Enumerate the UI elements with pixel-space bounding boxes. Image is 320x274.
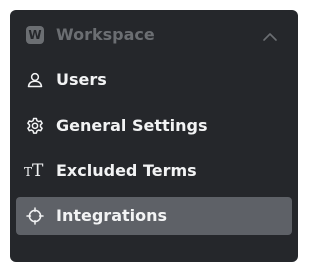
workspace-title: Workspace [56, 25, 155, 44]
workspace-section-header[interactable]: W Workspace [10, 10, 298, 60]
nav-item-label: General Settings [56, 116, 208, 135]
nav-item-excluded-terms[interactable]: TT Excluded Terms [16, 152, 292, 190]
user-icon [26, 71, 44, 89]
text-size-icon: TT [24, 161, 44, 181]
nav-item-users[interactable]: Users [16, 61, 292, 99]
nav-item-general-settings[interactable]: General Settings [16, 107, 292, 145]
nav-item-label: Integrations [56, 206, 168, 225]
nav-item-label: Users [56, 70, 107, 89]
nav-item-integrations[interactable]: Integrations [16, 197, 292, 235]
workspace-badge-icon: W [26, 26, 44, 44]
gear-icon [26, 117, 44, 135]
workspace-sidebar-panel: W Workspace Users General Settings TT Ex… [10, 10, 298, 262]
crosshair-icon [26, 207, 44, 225]
nav-item-label: Excluded Terms [56, 161, 197, 180]
chevron-up-icon[interactable] [262, 28, 278, 41]
